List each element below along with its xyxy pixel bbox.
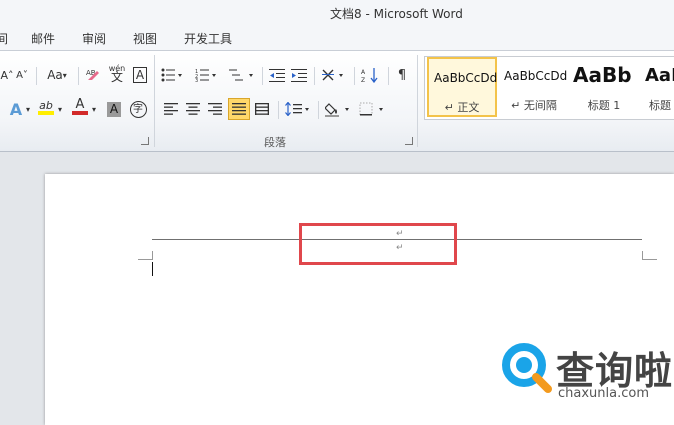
phonetic-guide-button[interactable]: wén 文 (106, 63, 128, 83)
justify-button[interactable] (228, 98, 250, 120)
style-name: ↵ 正文 (444, 101, 480, 114)
enclose-char: 字 (129, 100, 147, 118)
window-title: 文档8 - Microsoft Word (330, 7, 463, 21)
margin-corner-right (642, 251, 657, 260)
align-center-icon[interactable] (184, 99, 202, 119)
bullets-button[interactable] (160, 65, 184, 85)
shading-button[interactable] (324, 99, 354, 119)
margin-corner-left (138, 251, 153, 260)
borders-button[interactable] (358, 99, 388, 119)
title-bar: 文档8 - Microsoft Word (0, 0, 674, 26)
style-sample: AaBbCcDd (504, 69, 568, 83)
highlight-dropdown-icon[interactable]: ▾ (56, 99, 64, 119)
font-color-letter: A (75, 97, 85, 112)
distributed-icon[interactable] (253, 99, 271, 119)
chinese-layout-button[interactable] (320, 65, 348, 85)
grow-font-icon[interactable]: A˄ (0, 65, 14, 85)
shrink-font-icon[interactable]: A˅ (14, 65, 30, 85)
change-case-label: Aa (47, 68, 63, 82)
style-no-spacing[interactable]: AaBbCcDd ↵ 无间隔 (499, 57, 569, 117)
char-border-icon[interactable]: A (131, 65, 149, 85)
tab-layout[interactable]: 间 (0, 30, 8, 47)
tab-mailings[interactable]: 邮件 (31, 30, 55, 47)
align-left-icon[interactable] (162, 99, 180, 119)
increase-indent-icon[interactable] (290, 65, 308, 85)
style-normal[interactable]: AaBbCcDd ↵ 正文 (427, 57, 497, 117)
font-color-dropdown-icon[interactable]: ▾ (90, 99, 98, 119)
font-dialog-launcher-icon[interactable] (141, 137, 149, 145)
ribbon-tab-bar: 间 邮件 审阅 视图 开发工具 (0, 26, 674, 51)
highlight-color-button[interactable]: ab (36, 97, 56, 117)
font-color-button[interactable]: A (70, 97, 90, 117)
line-spacing-button[interactable] (284, 99, 312, 119)
svg-text:Z: Z (361, 77, 365, 83)
char-shading-letter: A (106, 101, 122, 117)
style-sample: AaBbCcDd (434, 71, 498, 85)
tab-review[interactable]: 审阅 (82, 30, 106, 47)
sort-icon[interactable]: AZ (360, 65, 380, 85)
svg-text:3: 3 (195, 78, 198, 82)
char-shading-button[interactable]: A (105, 99, 123, 119)
paragraph-dialog-launcher-icon[interactable] (405, 137, 413, 145)
multilevel-list-button[interactable] (228, 65, 256, 85)
highlight-annotation-box (299, 223, 457, 265)
svg-text:A: A (361, 69, 366, 76)
style-heading-1[interactable]: AaBb 标题 1 (569, 57, 639, 117)
text-effects-icon[interactable]: A (6, 99, 26, 119)
tab-developer[interactable]: 开发工具 (184, 30, 232, 47)
text-cursor (152, 262, 153, 276)
styles-gallery: AaBbCcDd ↵ 正文 AaBbCcDd ↵ 无间隔 AaBb 标题 1 A… (424, 56, 674, 120)
numbering-button[interactable]: 123 (194, 65, 218, 85)
watermark-logo (500, 341, 552, 397)
paragraph-group-label: 段落 (264, 136, 286, 149)
clear-format-icon[interactable]: AB (84, 64, 102, 84)
style-name: 标题 (649, 99, 671, 112)
style-sample: AaI (645, 65, 674, 86)
style-name: ↵ 无间隔 (511, 99, 557, 112)
watermark-url: chaxunla.com (558, 386, 649, 401)
tab-view[interactable]: 视图 (133, 30, 157, 47)
style-name: 标题 1 (587, 99, 621, 112)
style-sample: AaBb (573, 63, 632, 87)
text-effects-dropdown-icon[interactable]: ▾ (24, 99, 32, 119)
enclose-char-button[interactable]: 字 (128, 99, 148, 119)
align-right-icon[interactable] (206, 99, 224, 119)
style-title[interactable]: AaI 标题 (639, 57, 674, 117)
show-formatting-marks-icon[interactable]: ¶ (394, 65, 410, 85)
change-case-button[interactable]: Aa ▾ (44, 65, 70, 85)
phonetic-char: 文 (110, 70, 123, 84)
highlight-letters: ab (39, 98, 53, 112)
decrease-indent-icon[interactable] (268, 65, 286, 85)
